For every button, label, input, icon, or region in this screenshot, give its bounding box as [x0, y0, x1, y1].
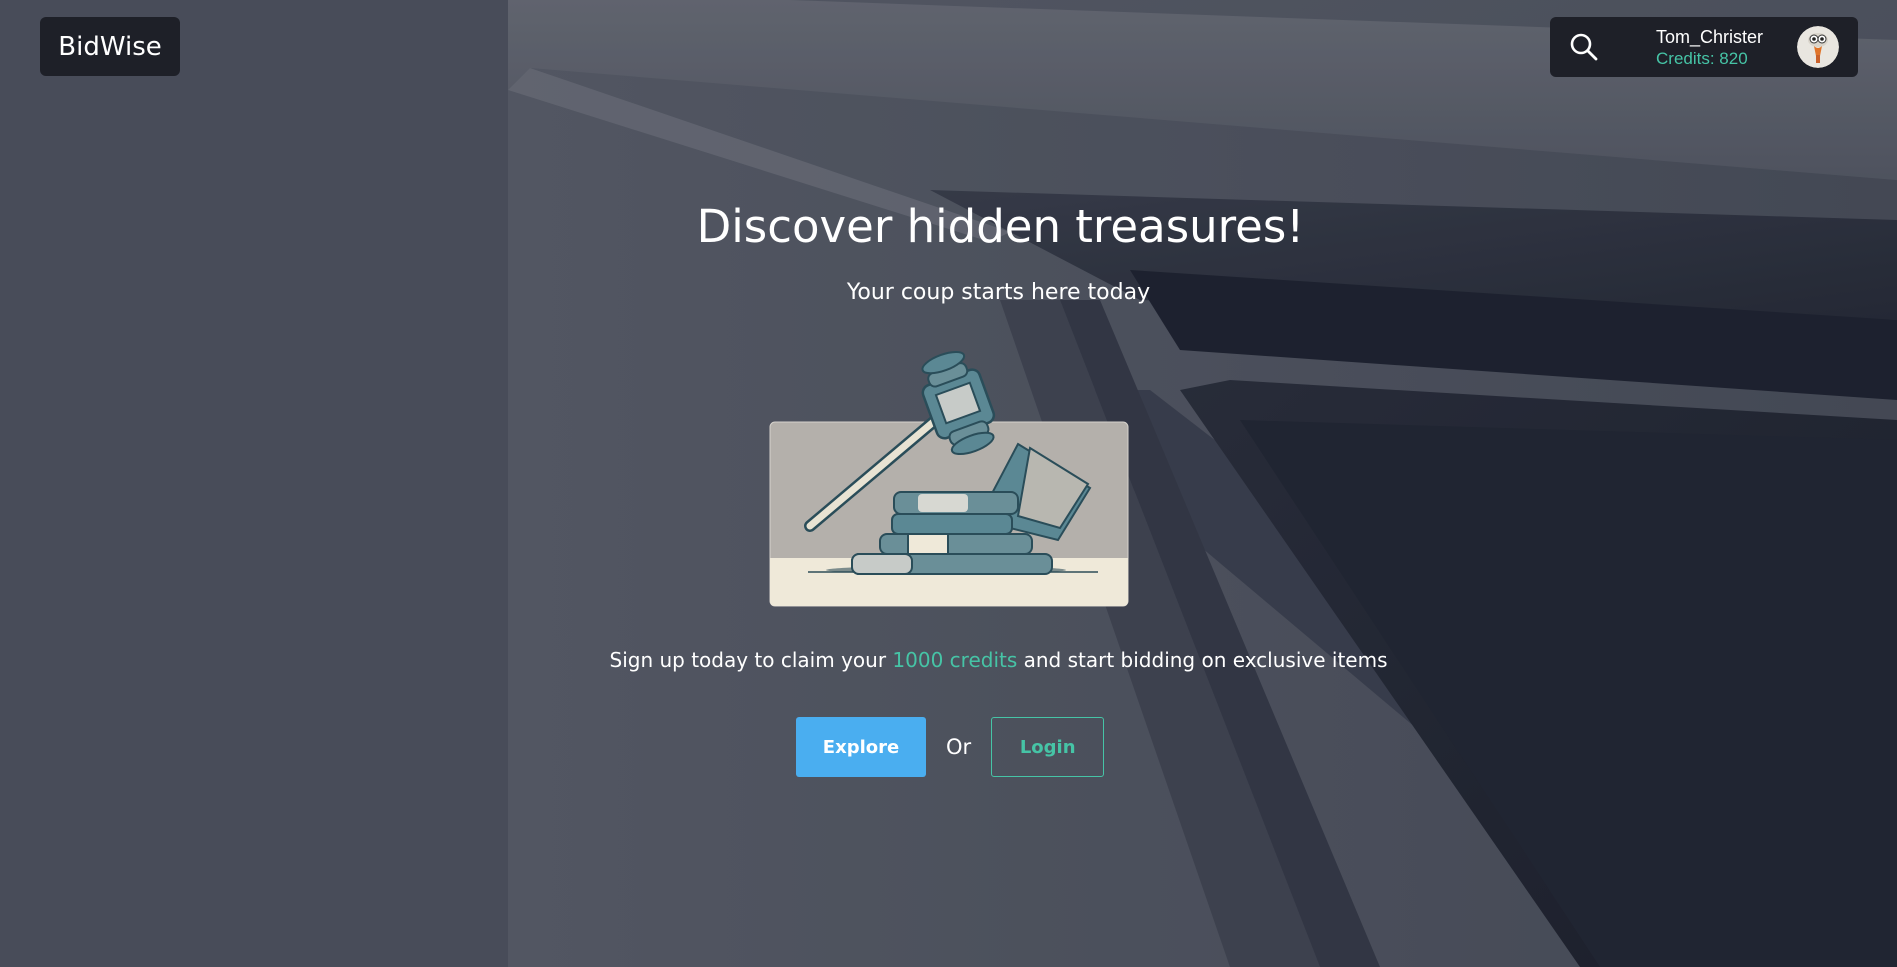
gavel-illustration [769, 350, 1129, 607]
signup-credits-highlight: 1000 credits [892, 648, 1018, 672]
signup-message: Sign up today to claim your 1000 credits… [0, 648, 1897, 672]
hero-subtitle: Your coup starts here today [0, 280, 1897, 305]
search-button[interactable] [1568, 31, 1600, 63]
or-separator: Or [946, 735, 972, 759]
user-info: Tom_Christer Credits: 820 [1656, 26, 1763, 70]
brand-logo-text: BidWise [58, 31, 162, 62]
login-button[interactable]: Login [991, 717, 1105, 777]
avatar[interactable] [1797, 26, 1839, 68]
hero-title-text: Discover hidden treasures! [696, 200, 1305, 253]
username: Tom_Christer [1656, 27, 1764, 47]
credits-balance: Credits: 820 [1656, 49, 1748, 68]
signup-prefix: Sign up today to claim your [609, 648, 887, 672]
hero-title: Discover hidden treasures! [0, 200, 1897, 253]
signup-suffix: and start bidding on exclusive items [1023, 648, 1388, 672]
search-icon [1570, 33, 1598, 61]
brand-logo[interactable]: BidWise [40, 17, 180, 76]
user-avatar [1797, 26, 1839, 68]
hero-subtitle-text: Your coup starts here today [846, 280, 1151, 305]
user-panel: Tom_Christer Credits: 820 [1550, 17, 1858, 77]
hero-actions: Explore Or Login [796, 717, 1105, 777]
explore-button[interactable]: Explore [796, 717, 926, 777]
